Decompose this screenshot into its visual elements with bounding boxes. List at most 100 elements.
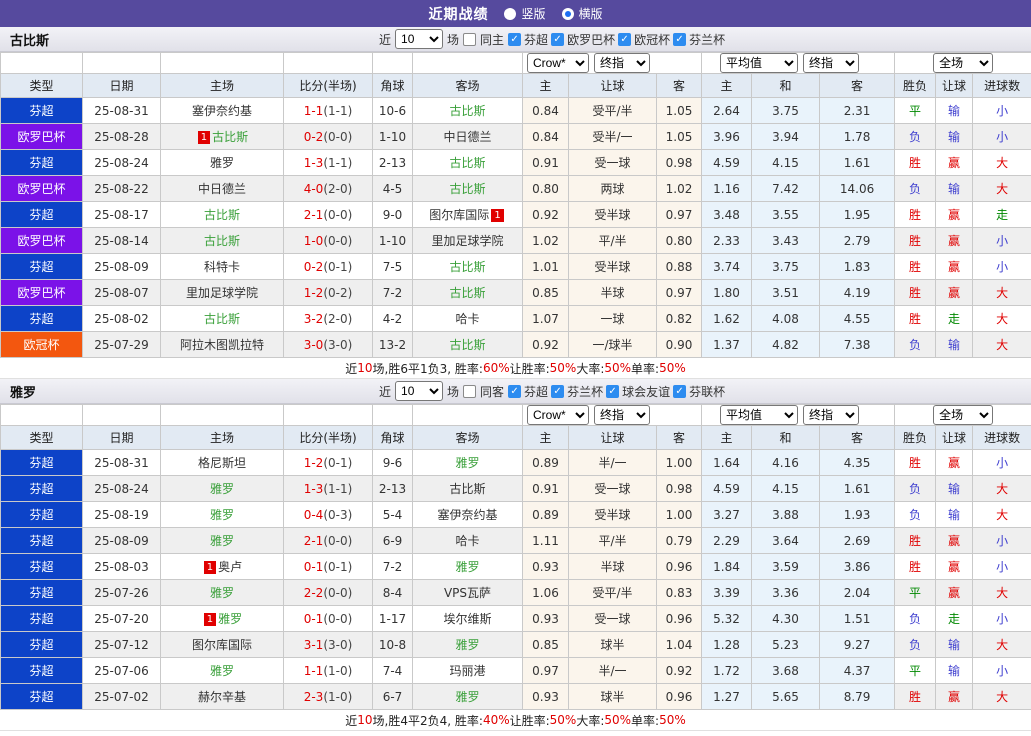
avg-odds-select[interactable]: 平均值 bbox=[720, 53, 799, 73]
result-cell: 负 bbox=[894, 175, 937, 202]
match-scope-select[interactable]: 全场 bbox=[933, 405, 994, 425]
league-filter-checkbox[interactable]: ✓ bbox=[673, 384, 687, 398]
halftime-score: (0-0) bbox=[323, 233, 353, 248]
handicap-line: 球半 bbox=[568, 683, 657, 710]
home-team-cell: 阿拉木图凯拉特 bbox=[160, 331, 284, 358]
layout-horizontal-radio[interactable]: 横版 bbox=[561, 5, 603, 22]
corners-cell: 9-6 bbox=[372, 449, 413, 476]
final-odds-select-2[interactable]: 终指 bbox=[803, 53, 860, 73]
handicap-result-cell: 输 bbox=[935, 631, 974, 658]
same-side-label: 同主 bbox=[480, 32, 505, 47]
summary-text: 让胜率: bbox=[509, 713, 550, 728]
league-filter-label: 芬超 bbox=[524, 32, 549, 47]
score-cell: 2-2(0-0) bbox=[283, 579, 373, 606]
handicap-home-odds: 0.80 bbox=[522, 175, 569, 202]
avg-away-odds: 2.31 bbox=[819, 97, 896, 124]
corners-cell: 6-9 bbox=[372, 527, 413, 554]
results-table: Crow* 终指 平均值 终指 全场 类型 日期 主场 比分(半场) 角球 客场主让球客主和客胜负让… bbox=[0, 404, 1031, 710]
team-title: 雅罗 bbox=[10, 385, 37, 401]
league-filter-checkbox[interactable]: ✓ bbox=[673, 32, 687, 46]
league-filter-checkbox[interactable]: ✓ bbox=[606, 384, 620, 398]
handicap-home-odds: 0.97 bbox=[522, 657, 569, 684]
avg-draw-odds: 3.36 bbox=[751, 579, 821, 606]
corners-cell: 10-6 bbox=[372, 97, 413, 124]
league-filter-checkbox[interactable]: ✓ bbox=[618, 32, 632, 46]
league-filter-checkbox[interactable]: ✓ bbox=[551, 32, 565, 46]
league-filter-checkbox[interactable]: ✓ bbox=[551, 384, 565, 398]
team-name: 里加足球学院 bbox=[185, 286, 258, 300]
halftime-score: (0-2) bbox=[323, 285, 353, 300]
handicap-result-cell: 输 bbox=[935, 657, 974, 684]
team-name: 哈卡 bbox=[455, 534, 480, 548]
scope-dropdown-cell: 全场 bbox=[894, 52, 1031, 74]
away-team-cell: 哈卡 bbox=[412, 305, 523, 332]
fulltime-score: 0-2 bbox=[303, 129, 324, 144]
table-row: 芬超 25-07-02 赫尔辛基 2-3(1-0) 6-7 雅罗 0.93 球半 0.96 1.2… bbox=[0, 683, 1031, 710]
column-header: 胜负 bbox=[894, 425, 937, 450]
fulltime-score: 2-2 bbox=[303, 585, 324, 600]
team-name: 赫尔辛基 bbox=[197, 690, 246, 704]
summary-text: 大率: bbox=[576, 713, 605, 728]
avg-home-odds: 1.72 bbox=[701, 657, 753, 684]
same-side-checkbox[interactable] bbox=[463, 384, 477, 398]
team-name: 古比斯 bbox=[212, 130, 249, 144]
filters: 近 10 场同主 ✓ 芬超 ✓ 欧罗巴杯 ✓ 欧冠杯 ✓ 芬兰杯 bbox=[378, 27, 725, 51]
odds-company-select[interactable]: Crow* bbox=[527, 405, 589, 425]
league-filter-checkbox[interactable]: ✓ bbox=[508, 384, 522, 398]
halftime-score: (0-0) bbox=[323, 533, 353, 548]
goals-result-cell: 小 bbox=[972, 527, 1031, 554]
match-count-select[interactable]: 10 bbox=[395, 29, 444, 49]
column-header: 胜负 bbox=[894, 73, 937, 98]
score-cell: 0-1(0-0) bbox=[283, 605, 373, 632]
handicap-line: 一球 bbox=[568, 305, 657, 332]
handicap-result-cell: 输 bbox=[935, 475, 974, 502]
handicap-away-odds: 0.97 bbox=[655, 279, 703, 306]
avg-home-odds: 1.64 bbox=[701, 449, 753, 476]
halftime-score: (2-0) bbox=[323, 181, 353, 196]
avg-away-odds: 1.61 bbox=[819, 149, 896, 176]
match-count-select[interactable]: 10 bbox=[395, 381, 444, 401]
result-cell: 胜 bbox=[894, 149, 937, 176]
halftime-score: (0-1) bbox=[323, 455, 353, 470]
score-cell: 1-3(1-1) bbox=[283, 475, 373, 502]
score-cell: 3-1(3-0) bbox=[283, 631, 373, 658]
avg-away-odds: 7.38 bbox=[819, 331, 896, 358]
near-label: 近 bbox=[379, 384, 392, 399]
table-row: 欧罗巴杯 25-08-22 中日德兰 4-0(2-0) 4-5 古比斯 0.80 两球 1.02… bbox=[0, 175, 1031, 202]
handicap-away-odds: 1.04 bbox=[655, 631, 703, 658]
date-cell: 25-08-17 bbox=[82, 201, 161, 228]
handicap-home-odds: 0.85 bbox=[522, 279, 569, 306]
avg-home-odds: 1.80 bbox=[701, 279, 753, 306]
avg-away-odds: 1.61 bbox=[819, 475, 896, 502]
blank-header-cell bbox=[372, 404, 413, 426]
team-name: 雅罗 bbox=[209, 664, 234, 678]
match-scope-select[interactable]: 全场 bbox=[933, 53, 994, 73]
home-team-cell: 古比斯 bbox=[160, 227, 284, 254]
away-team-cell: VPS瓦萨 bbox=[412, 579, 523, 606]
league-filter-checkbox[interactable]: ✓ bbox=[508, 32, 522, 46]
column-header: 主场 bbox=[160, 425, 284, 450]
handicap-home-odds: 0.89 bbox=[522, 449, 569, 476]
final-odds-select[interactable]: 终指 bbox=[594, 405, 650, 425]
avg-odds-select[interactable]: 平均值 bbox=[720, 405, 799, 425]
halftime-score: (0-0) bbox=[323, 585, 353, 600]
fulltime-score: 1-3 bbox=[303, 155, 324, 170]
avg-home-odds: 5.32 bbox=[701, 605, 753, 632]
blank-header-cell bbox=[412, 52, 523, 74]
same-side-checkbox[interactable] bbox=[463, 32, 477, 46]
odds-company-select[interactable]: Crow* bbox=[527, 53, 589, 73]
handicap-away-odds: 1.05 bbox=[655, 123, 703, 150]
blank-header-cell bbox=[412, 404, 523, 426]
score-cell: 2-1(0-0) bbox=[283, 201, 373, 228]
score-cell: 4-0(2-0) bbox=[283, 175, 373, 202]
handicap-result-cell: 赢 bbox=[935, 201, 974, 228]
layout-vertical-radio[interactable]: 竖版 bbox=[504, 5, 546, 22]
avg-away-odds: 4.19 bbox=[819, 279, 896, 306]
league-cell: 芬超 bbox=[0, 605, 83, 632]
league-cell: 芬超 bbox=[0, 97, 83, 124]
team-name: 古比斯 bbox=[449, 286, 486, 300]
final-odds-select[interactable]: 终指 bbox=[594, 53, 650, 73]
score-cell: 1-2(0-1) bbox=[283, 449, 373, 476]
corners-cell: 1-10 bbox=[372, 227, 413, 254]
final-odds-select-2[interactable]: 终指 bbox=[803, 405, 860, 425]
